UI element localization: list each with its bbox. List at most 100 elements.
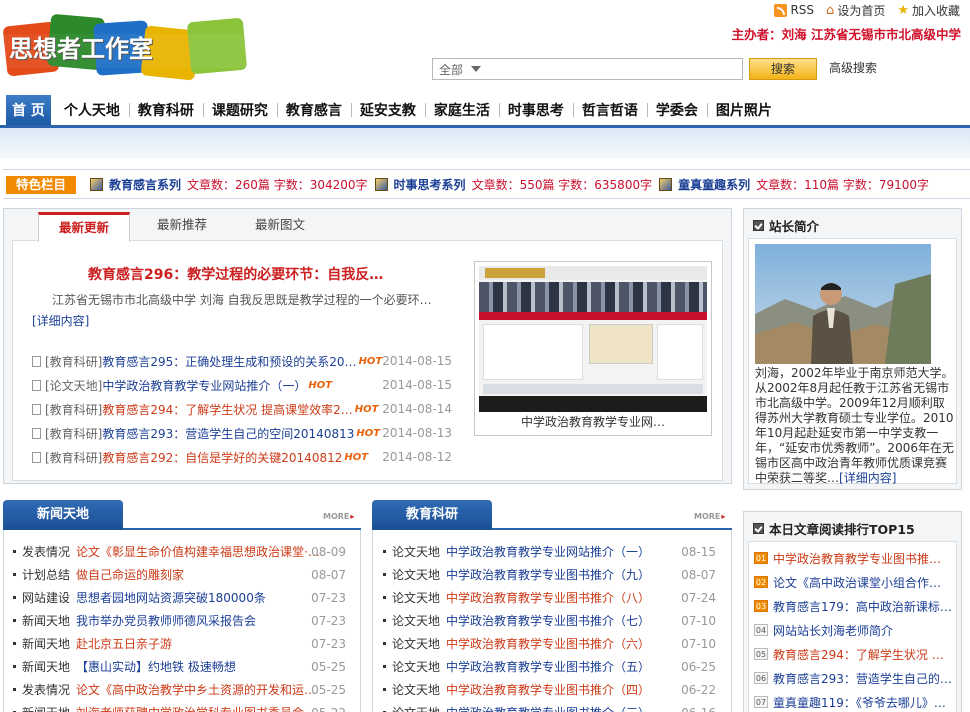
search-button[interactable]: 搜索 bbox=[749, 58, 817, 80]
nav-item-personal[interactable]: 个人天地 bbox=[55, 95, 129, 125]
item-title[interactable]: 赴北京五日亲子游 bbox=[76, 635, 172, 652]
featured-name[interactable]: 教育感言系列 bbox=[109, 176, 181, 193]
tab-recommended[interactable]: 最新推荐 bbox=[136, 212, 228, 238]
item-title[interactable]: 教育感言295：正确处理生成和预设的关系20… bbox=[102, 353, 356, 370]
list-item[interactable]: 计划总结 做自己命运的雕刻家 08-07 bbox=[13, 563, 346, 586]
rank-title[interactable]: 论文《高中政治课堂小组合作… bbox=[773, 574, 941, 591]
item-title[interactable]: 中学政治教育教学专业图书推介（七） bbox=[446, 612, 650, 629]
list-item[interactable]: 网站建设 思想者园地网站资源突破180000条 07-23 bbox=[13, 586, 346, 609]
item-title[interactable]: 中学政治教育教学专业图书推介（八） bbox=[446, 589, 650, 606]
item-title[interactable]: 【惠山实动】约地铁 极速畅想 bbox=[76, 658, 236, 675]
list-item[interactable]: 论文天地 中学政治教育教学专业图书推介（四） 06-22 bbox=[383, 678, 716, 701]
news-more-link[interactable]: MORE ▸ bbox=[323, 512, 354, 521]
nav-item-yanan[interactable]: 延安支教 bbox=[350, 95, 425, 125]
list-item[interactable]: [教育科研] 教育感言295：正确处理生成和预设的关系20… HOT 2014-… bbox=[32, 349, 452, 373]
list-item[interactable]: 发表情况 论文《高中政治教学中乡土资源的开发和运… 05-25 bbox=[13, 678, 346, 701]
item-title[interactable]: 中学政治教育教学专业网站推介（一） bbox=[102, 377, 306, 394]
item-title[interactable]: 刘海老师获聘中学政治学科专业图书委员会… bbox=[76, 704, 316, 712]
item-title[interactable]: 中学政治教育教学专业图书推介（四） bbox=[446, 681, 650, 698]
tab-latest[interactable]: 最新更新 bbox=[38, 212, 130, 242]
list-item[interactable]: 新闻天地 我市举办党员教师师德风采报告会 07-23 bbox=[13, 609, 346, 632]
rank-item[interactable]: 03 教育感言179：高中政治新课标… bbox=[754, 594, 954, 618]
rank-title[interactable]: 教育感言179：高中政治新课标… bbox=[773, 598, 952, 615]
item-title[interactable]: 我市举办党员教师师德风采报告会 bbox=[76, 612, 256, 629]
list-item[interactable]: 论文天地 中学政治教育教学专业图书推介（五） 06-25 bbox=[383, 655, 716, 678]
item-title[interactable]: 做自己命运的雕刻家 bbox=[76, 566, 184, 583]
nav-item-research[interactable]: 教育科研 bbox=[128, 95, 203, 125]
rank-number: 02 bbox=[754, 576, 768, 588]
tab-latest-images[interactable]: 最新图文 bbox=[234, 212, 326, 238]
list-item[interactable]: [教育科研] 教育感言294：了解学生状况 提高课堂效率2… HOT 2014-… bbox=[32, 397, 452, 421]
nav-item-home[interactable]: 首 页 bbox=[6, 95, 51, 125]
nav-item-quotes[interactable]: 哲言哲语 bbox=[572, 95, 647, 125]
list-item[interactable]: 论文天地 中学政治教育教学专业网站推介（一） 08-15 bbox=[383, 540, 716, 563]
item-title[interactable]: 中学政治教育教学专业图书推介（三） bbox=[446, 704, 650, 712]
featured-preview[interactable]: 中学政治教育教学专业网… bbox=[474, 261, 712, 436]
advanced-search-link[interactable]: 高级搜索 bbox=[829, 59, 877, 77]
rank-title[interactable]: 教育感言293：营造学生自己的… bbox=[773, 670, 952, 687]
rank-title[interactable]: 网站站长刘海老师简介 bbox=[773, 622, 893, 639]
nav-item-reflections[interactable]: 教育感言 bbox=[276, 95, 351, 125]
news-section-title[interactable]: 新闻天地 bbox=[3, 500, 123, 530]
rank-item[interactable]: 04 网站站长刘海老师简介 bbox=[754, 618, 954, 642]
list-item[interactable]: 论文天地 中学政治教育教学专业图书推介（八） 07-24 bbox=[383, 586, 716, 609]
list-item[interactable]: 论文天地 中学政治教育教学专业图书推介（七） 07-10 bbox=[383, 609, 716, 632]
list-item[interactable]: 论文天地 中学政治教育教学专业图书推介（九） 08-07 bbox=[383, 563, 716, 586]
rank-item[interactable]: 01 中学政治教育教学专业图书推… bbox=[754, 546, 954, 570]
list-item[interactable]: 新闻天地 赴北京五日亲子游 07-23 bbox=[13, 632, 346, 655]
rank-title[interactable]: 教育感言294：了解学生状况 … bbox=[773, 646, 944, 663]
nav-item-projects[interactable]: 课题研究 bbox=[202, 95, 277, 125]
list-item[interactable]: [教育科研] 教育感言293：营造学生自己的空间20140813 HOT 201… bbox=[32, 421, 452, 445]
rank-item[interactable]: 07 童真童趣119：《爷爷去哪儿》… bbox=[754, 690, 954, 712]
research-more-link[interactable]: MORE ▸ bbox=[694, 512, 725, 521]
item-title[interactable]: 思想者园地网站资源突破180000条 bbox=[76, 589, 266, 606]
list-item[interactable]: 论文天地中学政治教育教学专业图书推介（三） 06-16 bbox=[383, 701, 716, 712]
item-title[interactable]: 论文《彰显生命价值构建幸福思想政治课堂·… bbox=[76, 543, 320, 560]
bio-text: 刘海，2002年毕业于南京师范大学。从2002年8月起任教于江苏省无锡市市北高级… bbox=[755, 366, 954, 485]
summary-more-link[interactable]: [详细内容] bbox=[32, 314, 89, 328]
add-favorite-link[interactable]: ★ 加入收藏 bbox=[897, 2, 960, 19]
item-title[interactable]: 教育感言293：营造学生自己的空间20140813 bbox=[102, 425, 354, 442]
list-item[interactable]: 新闻天地刘海老师获聘中学政治学科专业图书委员会…05-22 bbox=[13, 701, 346, 712]
set-homepage-link[interactable]: ⌂ 设为首页 bbox=[826, 2, 885, 19]
nav-item-family[interactable]: 家庭生活 bbox=[424, 95, 499, 125]
item-category: 论文天地 bbox=[392, 591, 441, 605]
featured-item[interactable]: 时事思考系列 文章数：550篇 字数：635800字 bbox=[374, 176, 652, 193]
rank-title[interactable]: 童真童趣119：《爷爷去哪儿》… bbox=[773, 694, 946, 711]
item-title[interactable]: 教育感言294：了解学生状况 提高课堂效率2… bbox=[102, 401, 352, 418]
list-item[interactable]: 发表情况 论文《彰显生命价值构建幸福思想政治课堂·… 08-09 bbox=[13, 540, 346, 563]
hot-badge: HOT bbox=[354, 403, 379, 415]
rank-item[interactable]: 02 论文《高中政治课堂小组合作… bbox=[754, 570, 954, 594]
item-title[interactable]: 教育感言292：自信是学好的关键20140812 bbox=[102, 449, 342, 466]
featured-item[interactable]: 教育感言系列 文章数：260篇 字数：304200字 bbox=[90, 176, 368, 193]
list-item[interactable]: 新闻天地 【惠山实动】约地铁 极速畅想 05-25 bbox=[13, 655, 346, 678]
list-item[interactable]: [教育科研] 教育感言292：自信是学好的关键20140812 HOT 2014… bbox=[32, 445, 452, 469]
featured-name[interactable]: 童真童趣系列 bbox=[678, 176, 750, 193]
rank-title[interactable]: 中学政治教育教学专业图书推… bbox=[773, 550, 941, 567]
preview-caption[interactable]: 中学政治教育教学专业网… bbox=[475, 412, 711, 432]
bullet-icon bbox=[383, 550, 386, 553]
research-section-title[interactable]: 教育科研 bbox=[372, 500, 492, 530]
rank-item[interactable]: 05 教育感言294：了解学生状况 … bbox=[754, 642, 954, 666]
list-item[interactable]: 论文天地 中学政治教育教学专业图书推介（六） 07-10 bbox=[383, 632, 716, 655]
item-title[interactable]: 论文《高中政治教学中乡土资源的开发和运… bbox=[76, 681, 316, 698]
nav-item-committee[interactable]: 学委会 bbox=[646, 95, 707, 125]
rank-item[interactable]: 06 教育感言293：营造学生自己的… bbox=[754, 666, 954, 690]
search-scope-select[interactable]: 全部 bbox=[432, 58, 743, 80]
featured-item[interactable]: 童真童趣系列 文章数：110篇 字数：79100字 bbox=[659, 176, 929, 193]
nav-item-current-affairs[interactable]: 时事思考 bbox=[498, 95, 573, 125]
featured-name[interactable]: 时事思考系列 bbox=[394, 176, 466, 193]
item-title[interactable]: 中学政治教育教学专业图书推介（九） bbox=[446, 566, 650, 583]
nav-item-photos[interactable]: 图片照片 bbox=[706, 95, 781, 125]
site-logo[interactable]: 思想者工作室 bbox=[3, 14, 249, 90]
list-item[interactable]: [论文天地] 中学政治教育教学专业网站推介（一） HOT 2014-08-15 bbox=[32, 373, 452, 397]
rss-link[interactable]: RSS bbox=[774, 3, 814, 17]
latest-headline[interactable]: 教育感言296：教学过程的必要环节：自我反… bbox=[88, 264, 383, 284]
item-title[interactable]: 中学政治教育教学专业网站推介（一） bbox=[446, 543, 650, 560]
item-category: [论文天地] bbox=[45, 378, 103, 393]
bio-more-link[interactable]: [详细内容] bbox=[839, 471, 896, 485]
document-icon bbox=[32, 451, 41, 463]
item-title[interactable]: 中学政治教育教学专业图书推介（六） bbox=[446, 635, 650, 652]
item-title[interactable]: 中学政治教育教学专业图书推介（五） bbox=[446, 658, 650, 675]
document-icon bbox=[32, 403, 41, 415]
